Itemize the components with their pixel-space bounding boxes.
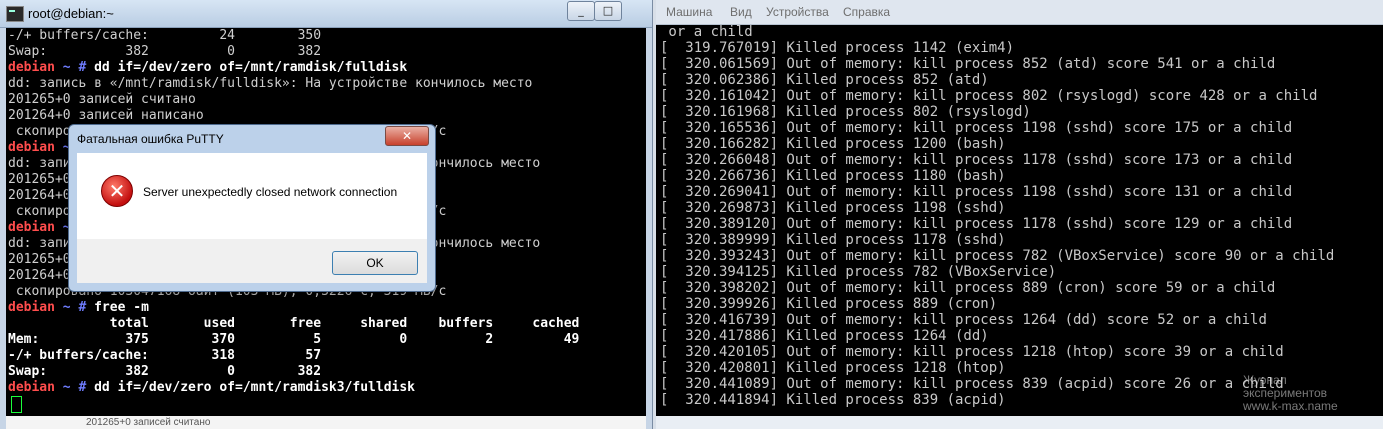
terminal-text: Swap: 382 0 382 <box>8 44 322 59</box>
console-line: [ 320.165536] Out of memory: kill proces… <box>660 120 1293 136</box>
terminal-text: debian <box>8 60 55 75</box>
terminal-text: debian <box>8 380 55 395</box>
terminal-line: debian ~ # dd if=/dev/zero of=/mnt/ramdi… <box>6 380 646 396</box>
minimize-button[interactable]: _ <box>567 1 595 21</box>
console-line: [ 320.389120] Out of memory: kill proces… <box>660 216 1293 232</box>
console-line: [ 320.269041] Out of memory: kill proces… <box>660 184 1293 200</box>
error-icon: ✕ <box>101 175 133 207</box>
background-text: 201265+0 записей считано <box>86 417 211 428</box>
terminal-line: 201265+0 записей считано <box>6 92 646 108</box>
terminal-line: debian ~ # dd if=/dev/zero of=/mnt/ramdi… <box>6 60 646 76</box>
dialog-body: ✕ Server unexpectedly closed network con… <box>77 153 427 239</box>
terminal-cursor <box>11 396 22 413</box>
console-line: [ 320.398202] Out of memory: kill proces… <box>660 280 1276 296</box>
terminal-text: total used free shared buffers cached <box>8 316 580 331</box>
terminal-line: 201264+0 записей написано <box>6 108 646 124</box>
console-line: [ 320.416739] Out of memory: kill proces… <box>660 312 1267 328</box>
terminal-cursor-line <box>6 396 646 413</box>
menu-help[interactable]: Справка <box>843 5 890 19</box>
terminal-text: ~ <box>54 380 79 395</box>
console-line: [ 320.266048] Out of memory: kill proces… <box>660 152 1293 168</box>
vbox-menubar: Машина Вид Устройства Справка <box>656 0 1383 25</box>
terminal-line: Swap: 382 0 382 <box>6 364 646 380</box>
terminal-text: debian <box>8 220 55 235</box>
watermark: Журнал экспериментов www.k-max.name <box>1243 374 1373 413</box>
vm-console[interactable]: or a child[ 319.767019] Killed process 1… <box>660 24 1383 416</box>
terminal-line: total used free shared buffers cached <box>6 316 646 332</box>
console-line: or a child <box>660 24 753 40</box>
virtualbox-window: Машина Вид Устройства Справка or a child… <box>656 0 1383 429</box>
terminal-icon[interactable] <box>6 6 24 22</box>
terminal-text: ~ <box>54 300 79 315</box>
background-window-strip: 201265+0 записей считано <box>6 416 646 429</box>
terminal-text: dd: запись в «/mnt/ramdisk/fulldisk»: На… <box>8 76 533 91</box>
console-line: [ 320.161968] Killed process 802 (rsyslo… <box>660 104 1031 120</box>
menu-view[interactable]: Вид <box>730 5 752 19</box>
menu-devices[interactable]: Устройства <box>766 5 829 19</box>
terminal-line: -/+ buffers/cache: 318 57 <box>6 348 646 364</box>
terminal-text: 201264+0 записей написано <box>8 108 204 123</box>
terminal-text: free -m <box>94 300 149 315</box>
console-line: [ 320.062386] Killed process 852 (atd) <box>660 72 989 88</box>
console-line: [ 319.767019] Killed process 1142 (exim4… <box>660 40 1015 56</box>
terminal-line: debian ~ # free -m <box>6 300 646 316</box>
terminal-text: Swap: 382 0 382 <box>8 364 322 379</box>
console-line: [ 320.266736] Killed process 1180 (bash) <box>660 168 1006 184</box>
maximize-button[interactable]: □ <box>594 1 622 21</box>
console-line: [ 320.161042] Out of memory: kill proces… <box>660 88 1318 104</box>
console-line: [ 320.394125] Killed process 782 (VBoxSe… <box>660 264 1057 280</box>
terminal-text: # <box>78 380 95 395</box>
console-line: [ 320.061569] Out of memory: kill proces… <box>660 56 1276 72</box>
terminal-line: -/+ buffers/cache: 24 350 <box>6 28 646 44</box>
terminal-text: ~ <box>54 60 79 75</box>
terminal-text: # <box>78 300 95 315</box>
terminal-line: Swap: 382 0 382 <box>6 44 646 60</box>
terminal-text: debian <box>8 140 55 155</box>
console-line: [ 320.166282] Killed process 1200 (bash) <box>660 136 1006 152</box>
console-line: [ 320.393243] Out of memory: kill proces… <box>660 248 1335 264</box>
putty-titlebar[interactable]: root@debian:~ _ □ <box>0 0 652 28</box>
terminal-text: Mem: 375 370 5 0 2 49 <box>8 332 580 347</box>
watermark-line-3: www.k-max.name <box>1243 399 1338 413</box>
dialog-footer: OK <box>77 239 427 283</box>
console-line: [ 320.389999] Killed process 1178 (sshd) <box>660 232 1006 248</box>
ok-button[interactable]: OK <box>332 251 418 275</box>
terminal-text: -/+ buffers/cache: 24 350 <box>8 28 322 43</box>
terminal-text: dd if=/dev/zero of=/mnt/ramdisk/fulldisk <box>94 60 408 75</box>
terminal-text: 201265+0 записей считано <box>8 92 196 107</box>
terminal-text: debian <box>8 300 55 315</box>
terminal-line: Mem: 375 370 5 0 2 49 <box>6 332 646 348</box>
fatal-error-dialog: Фатальная ошибка PuTTY ✕ ✕ Server unexpe… <box>68 124 436 292</box>
menu-machine[interactable]: Машина <box>666 5 712 19</box>
terminal-text: # <box>78 60 95 75</box>
terminal-text: -/+ buffers/cache: 318 57 <box>8 348 322 363</box>
console-line: [ 320.269873] Killed process 1198 (sshd) <box>660 200 1006 216</box>
terminal-text: dd if=/dev/zero of=/mnt/ramdisk3/fulldis… <box>94 380 416 395</box>
error-message: Server unexpectedly closed network conne… <box>143 185 398 199</box>
window-title: root@debian:~ <box>28 6 114 21</box>
dialog-title: Фатальная ошибка PuTTY <box>77 132 224 146</box>
vbox-statusbar <box>656 416 1383 429</box>
console-line: [ 320.417886] Killed process 1264 (dd) <box>660 328 989 344</box>
terminal-line: dd: запись в «/mnt/ramdisk/fulldisk»: На… <box>6 76 646 92</box>
console-line: [ 320.420105] Out of memory: kill proces… <box>660 344 1284 360</box>
dialog-close-button[interactable]: ✕ <box>385 126 429 146</box>
console-line: [ 320.399926] Killed process 889 (cron) <box>660 296 998 312</box>
